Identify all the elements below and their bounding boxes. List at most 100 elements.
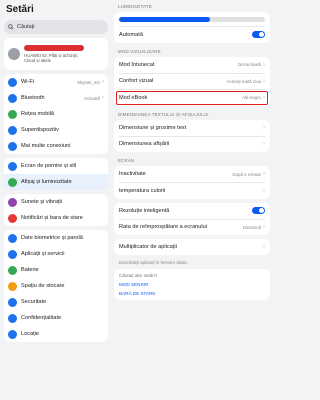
dark-mode-row[interactable]: Mod întunecat Dezactivată › (114, 57, 270, 73)
visual-mode-section-label: MOD VIZUALIZARE (118, 48, 161, 54)
auto-brightness-toggle[interactable] (252, 31, 265, 38)
screen-card: Inactivitate După 2 minute › temperatura… (114, 166, 270, 199)
ebook-mode-value: Alb-negru (241, 95, 261, 100)
display-icon (8, 177, 17, 187)
visual-mode-card: Mod întunecat Dezactivată › Confort vizu… (114, 56, 270, 106)
redacted-account-name (24, 44, 84, 51)
chevron-right-icon: › (102, 79, 104, 85)
sidebar-item-label: Spațiu de stocare (21, 283, 65, 289)
brightness-slider-fill (119, 16, 210, 22)
senior-mode-link[interactable]: MOD SENIOR (114, 280, 270, 289)
sidebar-item-label: Superdispozitiv (21, 127, 59, 133)
avatar (8, 48, 20, 60)
inactivity-row[interactable]: Inactivitate După 2 minute › (114, 166, 270, 182)
sound-icon (8, 197, 17, 207)
sidebar-item[interactable]: Date biometrice și parolă (4, 230, 108, 246)
chevron-right-icon: › (263, 244, 265, 250)
visual-comfort-row[interactable]: Confort vizual Activați toată ziua › (114, 73, 270, 89)
chevron-right-icon: › (263, 224, 265, 230)
chevron-right-icon: › (263, 61, 265, 68)
sidebar-item[interactable]: Sunete și vibrații (4, 194, 108, 210)
ebook-mode-row[interactable]: Mod eBook Alb-negru › (114, 90, 270, 106)
sidebar-item[interactable]: Confidențialitate (4, 310, 108, 326)
sidebar-item[interactable]: Mai multe conexiuni (4, 138, 108, 154)
chevron-right-icon: › (263, 78, 265, 84)
refresh-rate-value: Dinamică (242, 224, 261, 230)
visual-comfort-label: Confort vizual (119, 78, 154, 84)
app-multiplier-label: Multiplicator de aplicații (119, 244, 177, 250)
sidebar-item[interactable]: Wi-Fi SkyNet_5G › (4, 74, 108, 90)
smart-resolution-toggle[interactable] (252, 207, 265, 214)
color-temperature-row[interactable]: temperatura culorii › (114, 183, 270, 199)
sidebar-item-label: Ecran de pornire și stil (21, 163, 77, 169)
auto-brightness-label: Automată (119, 31, 143, 38)
sidebar-item[interactable]: Notificări și bara de stare (4, 210, 108, 226)
sidebar-item[interactable]: Bluetooth Activată › (4, 90, 108, 106)
display-size-row[interactable]: Dimensiunea afișării › (114, 136, 270, 152)
security-icon (8, 297, 17, 307)
sidebar-item-label: Afișaj și luminozitate (21, 179, 72, 185)
auto-brightness-row: Automată (114, 27, 270, 43)
multiplier-card: Multiplicator de aplicații › (114, 239, 270, 255)
sidebar-item[interactable]: Securitate (4, 294, 108, 310)
sidebar-item[interactable]: Ecran de pornire și stil (4, 158, 108, 174)
brightness-card: Automată (114, 12, 270, 43)
search-placeholder: Căutați (17, 24, 35, 30)
sidebar-item[interactable]: Baterie (4, 262, 108, 278)
status-bar-link[interactable]: BARĂ DE STARE (114, 289, 270, 300)
connectivity-group: Wi-Fi SkyNet_5G › Bluetooth Activată › Rețea m… (4, 74, 108, 154)
mobile-network-icon (8, 109, 17, 119)
sidebar-item-label: Mai multe conexiuni (21, 143, 71, 149)
sidebar-item[interactable]: Rețea mobilă (4, 106, 108, 122)
smart-resolution-label: Rezoluție inteligentă (119, 207, 170, 214)
sidebar-item-label: Date biometrice și parolă (21, 235, 83, 241)
sidebar-item-label: Notificări și bara de stare (21, 215, 83, 221)
text-size-row[interactable]: Dimensiune și grosime text › (114, 120, 270, 136)
biometrics-icon (8, 233, 17, 243)
multiplier-note: Deschideți aplicații în ferestre duale. (119, 260, 189, 265)
search-input[interactable]: Căutați (4, 20, 108, 34)
brightness-section-label: LUMINOZITATE (118, 4, 152, 9)
super-device-icon (8, 125, 17, 135)
dark-mode-label: Mod întunecat (119, 61, 155, 68)
sidebar-item-value: Activată (83, 95, 100, 101)
inactivity-value: După 2 minute (232, 171, 261, 177)
ebook-mode-label: Mod eBook (119, 94, 148, 101)
sidebar-item[interactable]: Spațiu de stocare (4, 278, 108, 294)
text-size-section-label: DIMENSIUNEA TEXTULUI ȘI AFIȘAJULUI (118, 111, 209, 117)
display-size-label: Dimensiunea afișării (119, 141, 170, 147)
sidebar-item[interactable]: Aplicații și servicii (4, 246, 108, 262)
account-card[interactable]: HUAWEI ID, Plăți și achiziții, Cloud și … (4, 38, 108, 70)
chevron-right-icon: › (263, 171, 265, 177)
chevron-right-icon: › (263, 124, 265, 131)
dark-mode-value: Dezactivată (238, 62, 261, 67)
sound-group: Sunete și vibrații Notificări și bara de … (4, 194, 108, 226)
display-group: Ecran de pornire și stil Afișaj și lumino… (4, 158, 108, 190)
sidebar-item-value: SkyNet_5G (76, 79, 100, 85)
location-icon (8, 329, 17, 339)
text-size-label: Dimensiune și grosime text (119, 124, 187, 131)
color-temperature-label: temperatura culorii (119, 187, 166, 194)
display-settings-pane: LUMINOZITATE Automată MOD VIZUALIZARE Mo… (112, 0, 274, 400)
storage-icon (8, 281, 17, 291)
sidebar-item[interactable]: Afișaj și luminozitate (4, 174, 108, 190)
notifications-icon (8, 213, 17, 223)
sidebar-item-label: Wi-Fi (21, 79, 35, 85)
brightness-slider[interactable] (119, 16, 265, 22)
text-size-card: Dimensiune și grosime text › Dimensiunea… (114, 119, 270, 152)
home-screen-icon (8, 161, 17, 171)
search-icon (8, 24, 14, 30)
app-multiplier-row[interactable]: Multiplicator de aplicații › (114, 239, 270, 255)
sidebar-item-label: Securitate (21, 299, 47, 305)
refresh-rate-row[interactable]: Rata de reîmprospătare a ecranului Dinam… (114, 219, 270, 235)
sidebar-item[interactable]: Superdispozitiv (4, 122, 108, 138)
other-settings-card: Căutați alte setări? MOD SENIOR BARĂ DE … (114, 269, 270, 300)
inactivity-label: Inactivitate (119, 171, 146, 177)
sidebar-item-label: Aplicații și servicii (21, 251, 65, 257)
other-settings-title: Căutați alte setări? (119, 273, 158, 278)
sidebar-item[interactable]: Locație (4, 326, 108, 342)
apps-icon (8, 249, 17, 259)
wifi-icon (8, 77, 17, 87)
battery-icon (8, 265, 17, 275)
system-group: Date biometrice și parolă Aplicații și se… (4, 230, 108, 342)
